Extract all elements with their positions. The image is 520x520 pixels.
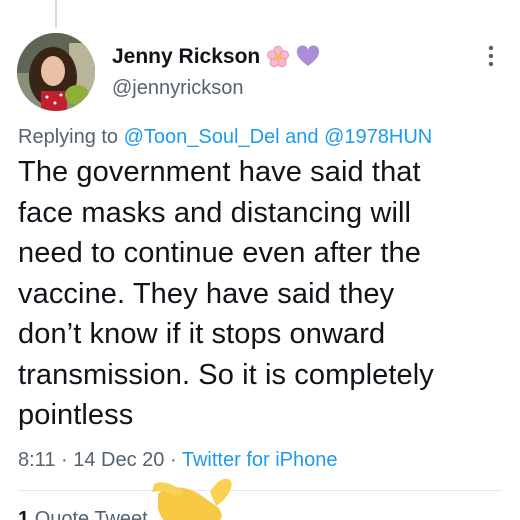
name-row: Jenny Rickson <box>112 42 320 72</box>
quote-tweet-label: Quote Tweet <box>34 508 148 520</box>
more-options-icon[interactable] <box>484 44 498 68</box>
tweet-text-line: pointless <box>18 399 134 431</box>
tweet-text-line: don’t know if it stops onward <box>18 318 386 350</box>
tweet-date[interactable]: 14 Dec 20 <box>73 449 164 471</box>
pointing-hand-icon <box>140 470 250 520</box>
purple-heart-icon <box>296 45 320 69</box>
tweet-detail: Jenny Rickson @jennyrickson Replying to … <box>0 0 520 520</box>
display-name[interactable]: Jenny Rickson <box>112 45 260 69</box>
tweet-meta: 8:11 · 14 Dec 20 · Twitter for iPhone <box>18 449 337 472</box>
cherry-blossom-icon <box>266 45 290 69</box>
replying-prefix: Replying to <box>18 126 119 148</box>
quote-tweets-stat[interactable]: 1 Quote Tweet <box>18 508 148 520</box>
replying-user-link-1[interactable]: @Toon_Soul_Del <box>124 126 280 148</box>
tweet-text: The government have said that face masks… <box>18 152 510 436</box>
replying-to: Replying to @Toon_Soul_Del and @1978HUN <box>18 126 432 149</box>
user-handle[interactable]: @jennyrickson <box>112 77 243 100</box>
tweet-text-line: face masks and distancing will <box>18 196 412 229</box>
avatar[interactable] <box>17 33 95 111</box>
quote-tweet-count: 1 <box>18 508 30 520</box>
tweet-text-line: transmission. So it is completely <box>18 358 434 391</box>
meta-separator: · <box>61 449 68 471</box>
meta-separator: · <box>169 449 177 471</box>
tweet-time[interactable]: 8:11 <box>18 449 55 471</box>
tweet-text-line: need to continue even after the <box>18 237 421 269</box>
divider <box>18 490 502 491</box>
tweet-source-link[interactable]: Twitter for iPhone <box>182 449 338 471</box>
replying-and: and <box>285 126 319 148</box>
tweet-text-line: vaccine. They have said they <box>18 277 395 310</box>
thread-connector-line <box>55 0 57 28</box>
replying-user-link-2[interactable]: @1978HUN <box>324 126 432 148</box>
tweet-text-line: The government have said that <box>18 156 421 188</box>
